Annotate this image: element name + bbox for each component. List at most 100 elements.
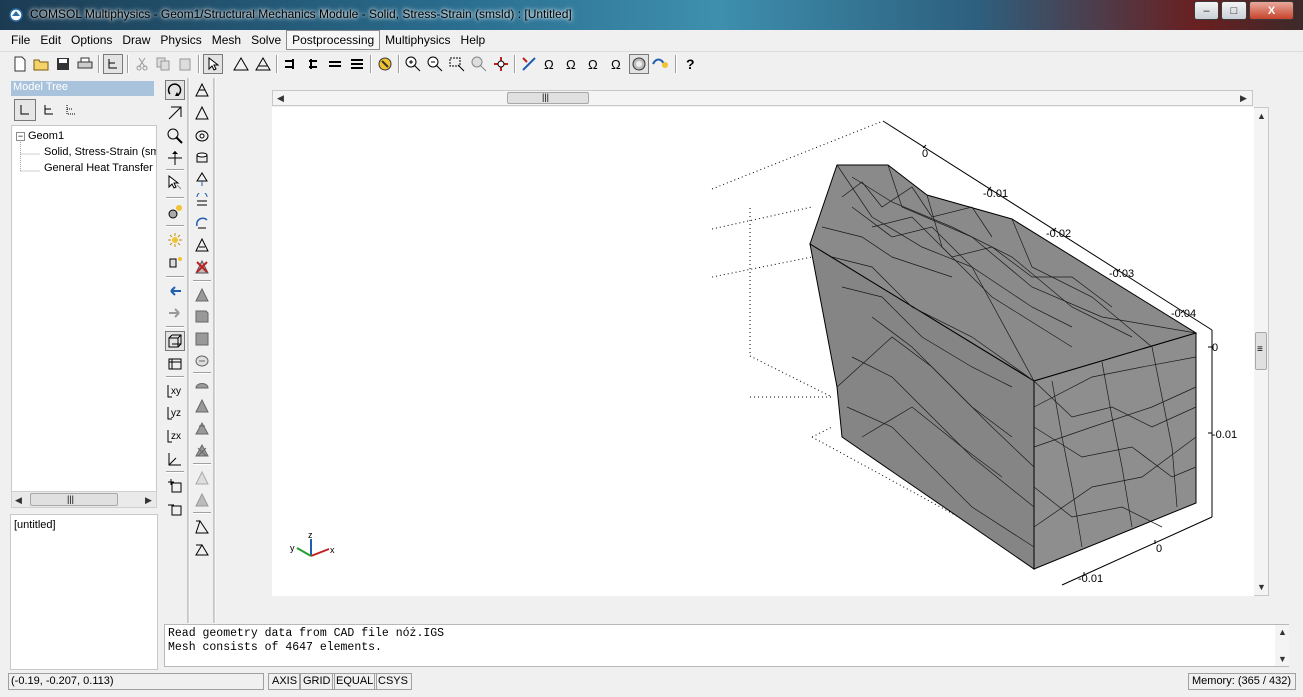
rotate-icon[interactable]	[165, 80, 185, 100]
headlight-icon[interactable]	[165, 253, 185, 273]
union-icon[interactable]	[192, 285, 212, 305]
equal-toggle[interactable]: EQUAL	[332, 673, 378, 690]
redo-view-icon[interactable]	[165, 303, 185, 323]
draw-cone-icon[interactable]	[192, 103, 212, 123]
render-mode-icon[interactable]	[629, 54, 649, 74]
tree-horizontal-scrollbar[interactable]: ◀ ||| ▶	[11, 491, 157, 508]
increase-transparency-icon[interactable]	[165, 476, 185, 496]
light-settings-icon[interactable]	[165, 202, 185, 222]
menu-postprocessing[interactable]: Postprocessing	[286, 30, 381, 50]
cut-icon[interactable]	[132, 54, 152, 74]
canvas-scroll-up-icon[interactable]: ▲	[1257, 111, 1266, 121]
subdomain-settings-icon[interactable]: Ω	[607, 54, 627, 74]
scroll-left-arrow-icon[interactable]: ◀	[15, 495, 22, 506]
plot-parameters-icon[interactable]	[519, 54, 539, 74]
sweep-icon[interactable]	[192, 212, 212, 232]
tree-simple-view-icon[interactable]	[14, 99, 36, 121]
extrude-icon[interactable]	[192, 169, 212, 189]
animate-icon[interactable]	[651, 54, 671, 74]
tree-scroll-thumb[interactable]: |||	[30, 493, 118, 506]
select-edges-icon[interactable]	[253, 54, 273, 74]
tree-detail-view-icon[interactable]	[39, 99, 61, 121]
equal-mode-icon[interactable]	[325, 54, 345, 74]
tree-node-general-heat-transfer[interactable]: General Heat Transfer (	[44, 162, 156, 174]
canvas-hscroll-thumb[interactable]: |||	[507, 92, 589, 104]
split-objects-icon[interactable]	[192, 418, 212, 438]
comsol-app-icon[interactable]	[8, 7, 24, 23]
minimize-button[interactable]: –	[1194, 1, 1219, 20]
paste-icon[interactable]	[175, 54, 195, 74]
menu-help[interactable]: Help	[456, 30, 491, 50]
canvas-scroll-left-icon[interactable]: ◀	[277, 93, 284, 104]
scroll-right-arrow-icon[interactable]: ▶	[145, 495, 152, 506]
draw-block-icon[interactable]	[192, 80, 212, 100]
tree-collapse-icon[interactable]: −	[16, 132, 25, 141]
point-mode-icon[interactable]	[281, 54, 301, 74]
composite-object-icon[interactable]	[192, 351, 212, 371]
select-boundaries-icon[interactable]	[231, 54, 251, 74]
draw-cylinder-icon[interactable]	[192, 148, 212, 168]
zoom-selected-icon[interactable]	[469, 54, 489, 74]
convert-to-curve-icon[interactable]	[192, 490, 212, 510]
log-scroll-up-icon[interactable]: ▲	[1278, 627, 1287, 637]
tree-node-geom1[interactable]: Geom1	[28, 130, 64, 142]
select-tool-icon[interactable]	[165, 173, 185, 193]
help-icon[interactable]: ?	[680, 54, 700, 74]
model-tree-toggle-icon[interactable]	[103, 54, 123, 74]
select-pointer-icon[interactable]	[203, 54, 223, 74]
pan-icon[interactable]	[165, 148, 185, 168]
graphics-canvas[interactable]: 0 -0.01 -0.02 -0.03 -0.04 0 -0.01 0 -0.0…	[272, 107, 1254, 596]
default-3d-view-icon[interactable]	[165, 449, 185, 469]
close-button[interactable]: X	[1249, 1, 1294, 20]
undo-view-icon[interactable]	[165, 281, 185, 301]
zoom-extents-icon[interactable]	[491, 54, 511, 74]
canvas-horizontal-scrollbar[interactable]: ◀ ||| ▶	[272, 90, 1253, 106]
log-scroll-down-icon[interactable]: ▼	[1278, 654, 1287, 664]
zoom-in-icon[interactable]	[403, 54, 423, 74]
menu-options[interactable]: Options	[66, 30, 117, 50]
geometry-modeling-icon[interactable]	[192, 539, 212, 559]
log-scrollbar[interactable]: ▲ ▼	[1275, 625, 1289, 666]
view-zx-plane-icon[interactable]: zx	[165, 426, 185, 446]
csys-toggle[interactable]: CSYS	[374, 673, 412, 690]
convert-to-face-icon[interactable]	[192, 468, 212, 488]
copy-icon[interactable]	[153, 54, 173, 74]
canvas-vscroll-thumb[interactable]: ≡	[1255, 332, 1267, 370]
menu-multiphysics[interactable]: Multiphysics	[380, 30, 455, 50]
menu-mesh[interactable]: Mesh	[207, 30, 246, 50]
menu-edit[interactable]: Edit	[35, 30, 66, 50]
open-folder-icon[interactable]	[31, 54, 51, 74]
canvas-scroll-down-icon[interactable]: ▼	[1257, 582, 1266, 592]
zoom-out-icon[interactable]	[425, 54, 445, 74]
tree-node-solid-stress-strain[interactable]: Solid, Stress-Strain (sm	[44, 146, 156, 158]
grid-toggle[interactable]: GRID	[299, 673, 335, 690]
embed-icon[interactable]	[192, 235, 212, 255]
maximize-button[interactable]: □	[1221, 1, 1247, 20]
draw-torus-icon[interactable]	[192, 126, 212, 146]
menu-physics[interactable]: Physics	[155, 30, 206, 50]
scene-box-icon[interactable]	[165, 354, 185, 374]
menu-draw[interactable]: Draw	[117, 30, 155, 50]
tree-full-view-icon[interactable]	[61, 99, 83, 121]
menu-file[interactable]: File	[6, 30, 35, 50]
difference-icon[interactable]	[192, 306, 212, 326]
coerce-to-solid-icon[interactable]	[192, 374, 212, 394]
new-file-icon[interactable]	[10, 54, 30, 74]
canvas-scroll-right-icon[interactable]: ▶	[1240, 93, 1247, 104]
wireframe-icon[interactable]	[165, 331, 185, 351]
split-icon[interactable]	[192, 396, 212, 416]
solve-problem-icon[interactable]: Ω	[541, 54, 561, 74]
intersection-icon[interactable]	[192, 329, 212, 349]
scene-light-icon[interactable]	[165, 230, 185, 250]
canvas-vertical-scrollbar[interactable]: ▲ ≡ ▼	[1253, 107, 1269, 596]
edge-mode-icon[interactable]	[303, 54, 323, 74]
axis-toggle[interactable]: AXIS	[268, 673, 302, 690]
view-xy-plane-icon[interactable]: xy	[165, 381, 185, 401]
delete-interior-icon[interactable]	[192, 440, 212, 460]
work-plane-icon[interactable]	[192, 517, 212, 537]
print-icon[interactable]	[75, 54, 95, 74]
subdomain-mode-icon[interactable]	[347, 54, 367, 74]
solver-parameters-icon[interactable]: Ω	[585, 54, 605, 74]
revolve-icon[interactable]	[192, 191, 212, 211]
restart-icon[interactable]: Ω	[563, 54, 583, 74]
